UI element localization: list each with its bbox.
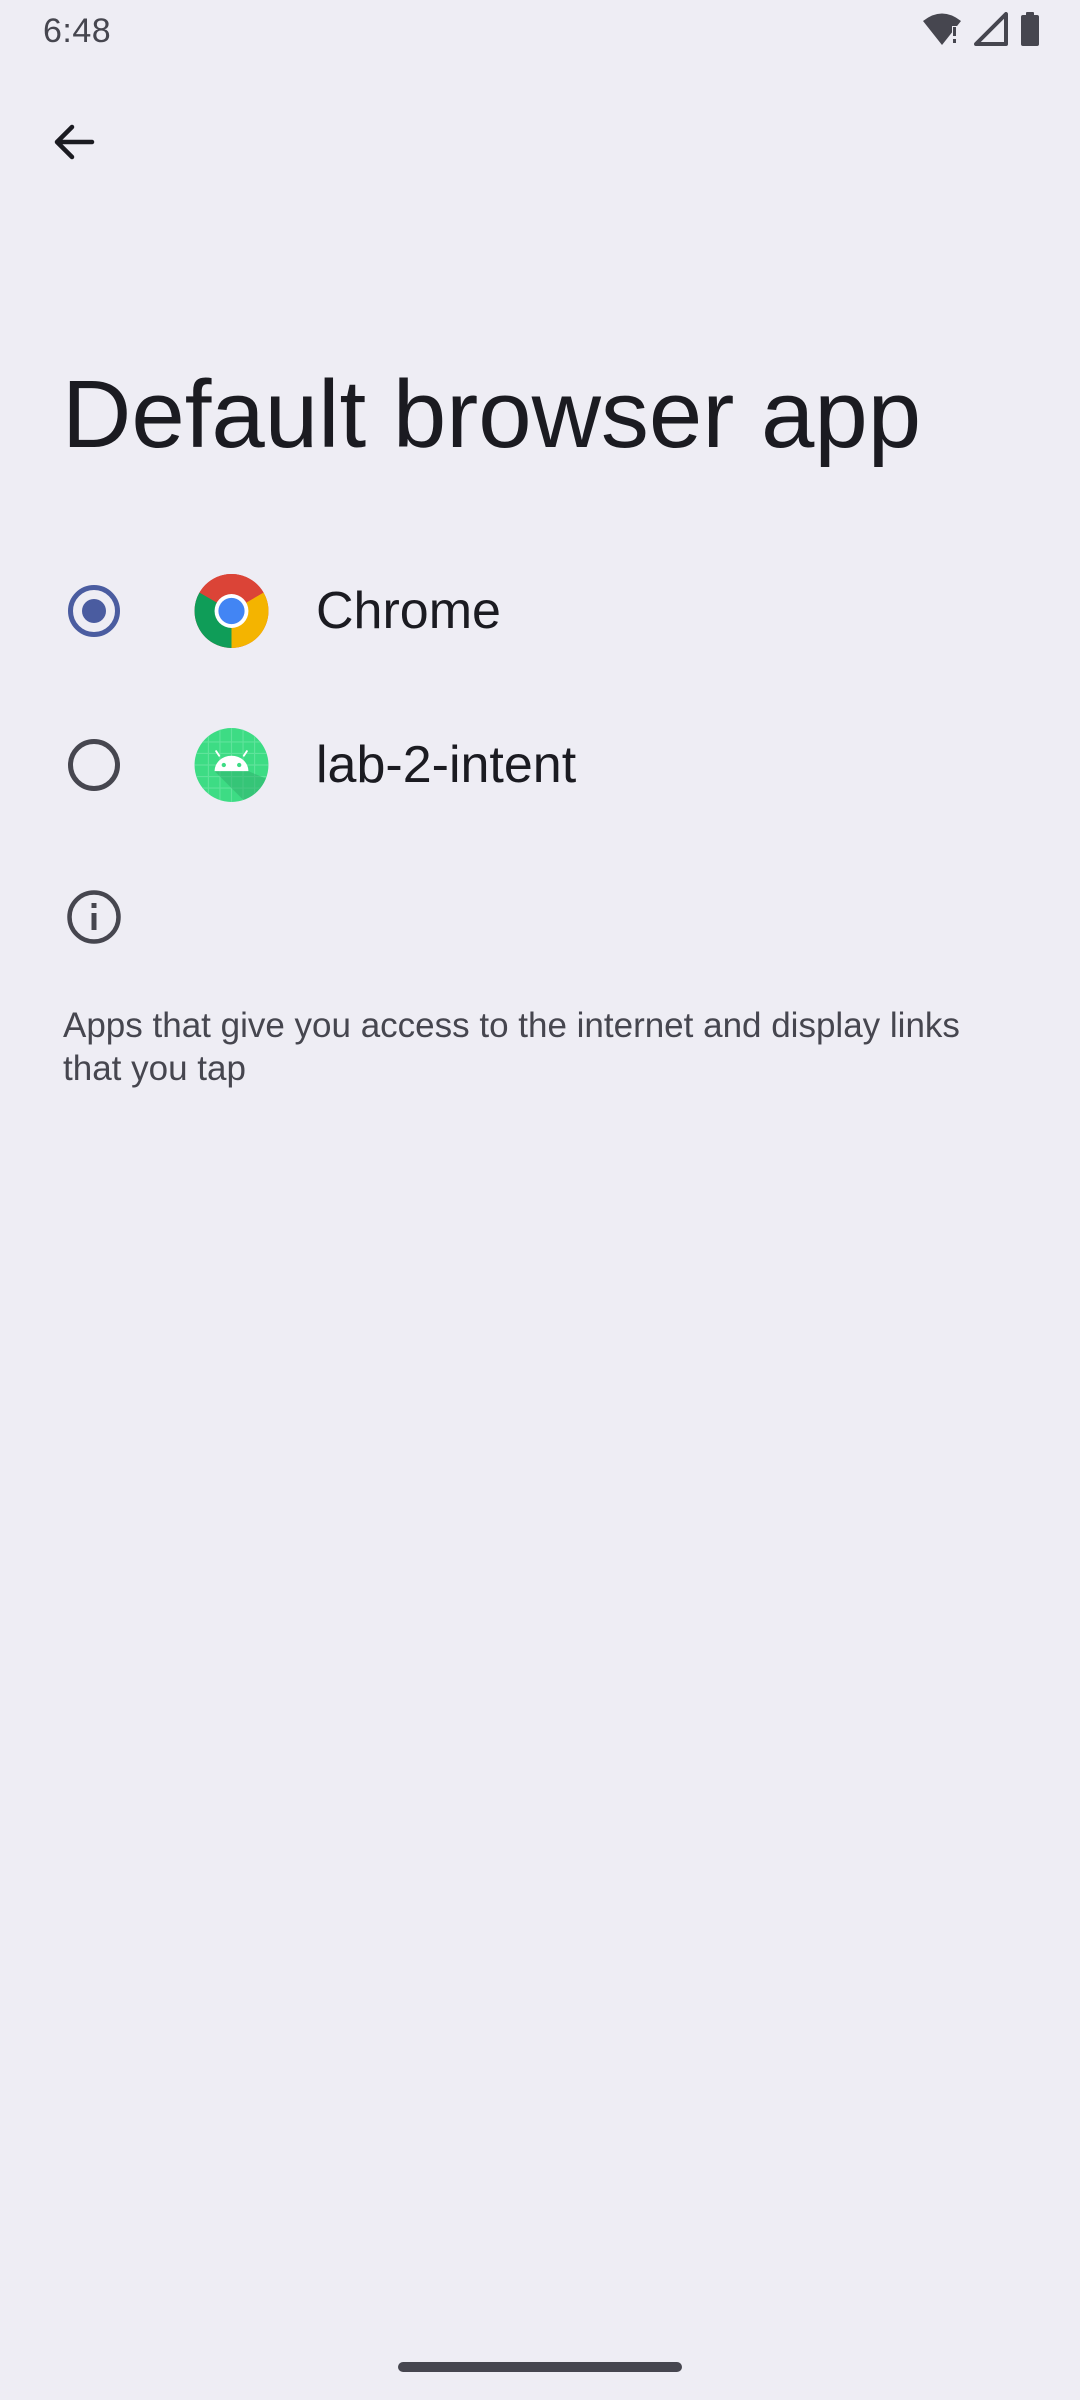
option-lab-2-intent[interactable]: lab-2-intent	[0, 688, 1080, 842]
back-button[interactable]	[34, 102, 114, 182]
default-browser-screen: 6:48 Default browser app Chrome lab-2-in…	[0, 0, 1080, 2400]
page-title: Default browser app	[62, 361, 922, 468]
status-icons	[922, 12, 1040, 46]
option-label-lab-2-intent: lab-2-intent	[316, 736, 577, 794]
radio-button-selected[interactable]	[68, 585, 120, 637]
option-label-chrome: Chrome	[316, 582, 501, 640]
android-app-icon	[193, 727, 270, 804]
radio-button-unselected[interactable]	[68, 739, 120, 791]
arrow-back-icon	[54, 124, 95, 160]
gesture-nav-handle[interactable]	[398, 2362, 682, 2372]
wifi-alert-icon	[922, 12, 962, 46]
signal-icon	[974, 12, 1008, 46]
info-icon	[66, 889, 122, 945]
chrome-icon	[193, 573, 270, 650]
option-chrome[interactable]: Chrome	[0, 534, 1080, 688]
status-bar: 6:48	[0, 0, 1080, 64]
info-description: Apps that give you access to the interne…	[63, 1006, 960, 1088]
status-time: 6:48	[43, 12, 112, 50]
battery-icon	[1020, 12, 1040, 46]
